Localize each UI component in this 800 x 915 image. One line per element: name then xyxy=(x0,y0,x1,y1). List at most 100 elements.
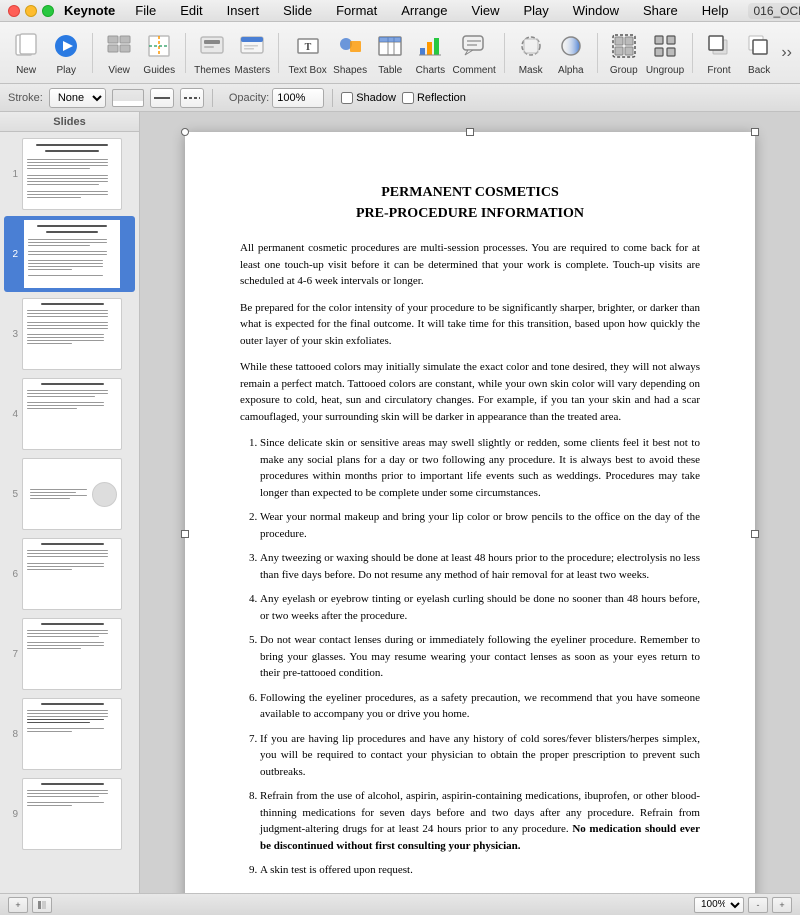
slide-thumb-5[interactable]: 5 xyxy=(4,456,135,532)
menu-window[interactable]: Window xyxy=(569,3,623,18)
handle-ml[interactable] xyxy=(181,530,189,538)
slide-thumb-9[interactable]: 9 xyxy=(4,776,135,852)
charts-icon xyxy=(414,30,446,62)
list-item-6: Following the eyeliner procedures, as a … xyxy=(260,690,700,723)
separator-4 xyxy=(504,33,505,73)
new-icon xyxy=(10,30,42,62)
front-button[interactable]: Front xyxy=(701,26,737,80)
menu-edit[interactable]: Edit xyxy=(176,3,206,18)
shapes-button[interactable]: Shapes xyxy=(332,26,368,80)
shadow-group: Shadow xyxy=(341,92,396,104)
charts-button[interactable]: Charts xyxy=(412,26,448,80)
list-item-9: A skin test is offered upon request. xyxy=(260,862,700,879)
group-button[interactable]: Group xyxy=(606,26,642,80)
separator-3 xyxy=(278,33,279,73)
menu-slide[interactable]: Slide xyxy=(279,3,316,18)
masters-button[interactable]: Masters xyxy=(234,26,270,80)
color-swatch[interactable] xyxy=(112,89,144,107)
slide-canvas: PERMANENT COSMETICS PRE-PROCEDURE INFORM… xyxy=(185,132,755,893)
view-label: View xyxy=(108,65,130,76)
slide-thumb-6[interactable]: 6 xyxy=(4,536,135,612)
slide-thumb-7[interactable]: 7 xyxy=(4,616,135,692)
zoom-minus-button[interactable]: - xyxy=(748,897,768,913)
maximize-button[interactable] xyxy=(42,5,54,17)
zoom-select[interactable]: 100% xyxy=(694,897,744,913)
slide-num-1: 1 xyxy=(6,169,18,180)
traffic-lights xyxy=(8,5,54,17)
menu-view[interactable]: View xyxy=(468,3,504,18)
menu-insert[interactable]: Insert xyxy=(223,3,264,18)
opacity-input[interactable]: 100% xyxy=(272,88,324,108)
slide-para-3: While these tattooed colors may initiall… xyxy=(240,359,700,425)
slide-thumb-3[interactable]: 3 xyxy=(4,296,135,372)
slide-thumb-8[interactable]: 8 xyxy=(4,696,135,772)
minimize-button[interactable] xyxy=(25,5,37,17)
back-icon xyxy=(743,30,775,62)
separator-5 xyxy=(597,33,598,73)
textbox-button[interactable]: T Text Box xyxy=(287,26,328,80)
slide-para-2: Be prepared for the color intensity of y… xyxy=(240,300,700,350)
slide-img-6 xyxy=(22,538,122,610)
separator-2 xyxy=(185,33,186,73)
statusbar-right: 100% - + xyxy=(694,897,792,913)
guides-label: Guides xyxy=(143,65,175,76)
filename-label: 016_OCR xyxy=(753,4,800,18)
menu-help[interactable]: Help xyxy=(698,3,733,18)
handle-tl[interactable] xyxy=(181,128,189,136)
menu-share[interactable]: Share xyxy=(639,3,682,18)
menu-arrange[interactable]: Arrange xyxy=(397,3,451,18)
guides-button[interactable]: Guides xyxy=(141,26,177,80)
stroke-select[interactable]: None xyxy=(49,88,106,108)
shadow-checkbox[interactable] xyxy=(341,92,353,104)
slides-header: Slides xyxy=(0,112,139,132)
formatbar-divider-1 xyxy=(212,89,213,107)
close-button[interactable] xyxy=(8,5,20,17)
menu-play[interactable]: Play xyxy=(519,3,552,18)
list-item-3: Any tweezing or waxing should be done at… xyxy=(260,550,700,583)
slide-num-5: 5 xyxy=(6,489,18,500)
slide-thumb-4[interactable]: 4 xyxy=(4,376,135,452)
statusbar-left: + xyxy=(8,897,52,913)
reflection-label: Reflection xyxy=(417,92,466,104)
new-button[interactable]: New xyxy=(8,26,44,80)
menubar: Keynote File Edit Insert Slide Format Ar… xyxy=(0,0,800,22)
alpha-button[interactable]: Alpha xyxy=(553,26,589,80)
new-label: New xyxy=(16,65,36,76)
table-label: Table xyxy=(378,65,402,76)
themes-button[interactable]: Themes xyxy=(194,26,230,80)
mask-button[interactable]: Mask xyxy=(513,26,549,80)
table-button[interactable]: Table xyxy=(372,26,408,80)
toggle-panel-button[interactable] xyxy=(32,897,52,913)
guides-icon xyxy=(143,30,175,62)
view-button[interactable]: View xyxy=(101,26,137,80)
menu-file[interactable]: File xyxy=(131,3,160,18)
handle-mr[interactable] xyxy=(751,530,759,538)
ungroup-button[interactable]: Ungroup xyxy=(646,26,684,80)
textbox-icon: T xyxy=(292,30,324,62)
toolbar-overflow[interactable]: ›› xyxy=(781,44,792,62)
handle-tr[interactable] xyxy=(751,128,759,136)
front-icon xyxy=(703,30,735,62)
slide-thumb-1[interactable]: 1 xyxy=(4,136,135,212)
alpha-icon xyxy=(555,30,587,62)
slide-num-9: 9 xyxy=(6,809,18,820)
zoom-plus-button[interactable]: + xyxy=(772,897,792,913)
reflection-checkbox[interactable] xyxy=(402,92,414,104)
list-item-8-bold: No medication should ever be discontinue… xyxy=(260,823,700,852)
play-button[interactable]: Play xyxy=(48,26,84,80)
back-button[interactable]: Back xyxy=(741,26,777,80)
stroke-width-btn[interactable] xyxy=(150,88,174,108)
textbox-label: Text Box xyxy=(288,65,326,76)
line-style-btn[interactable] xyxy=(180,88,204,108)
comment-button[interactable]: Comment xyxy=(452,26,495,80)
slide-img-1 xyxy=(22,138,122,210)
alpha-label: Alpha xyxy=(558,65,584,76)
masters-icon xyxy=(236,30,268,62)
masters-label: Masters xyxy=(235,65,271,76)
menu-format[interactable]: Format xyxy=(332,3,381,18)
canvas-area[interactable]: PERMANENT COSMETICS PRE-PROCEDURE INFORM… xyxy=(140,112,800,893)
add-slide-button[interactable]: + xyxy=(8,897,28,913)
handle-tm[interactable] xyxy=(466,128,474,136)
slide-thumb-2[interactable]: 2 xyxy=(4,216,135,292)
filename-button[interactable]: 016_OCR ▾ xyxy=(748,3,800,19)
